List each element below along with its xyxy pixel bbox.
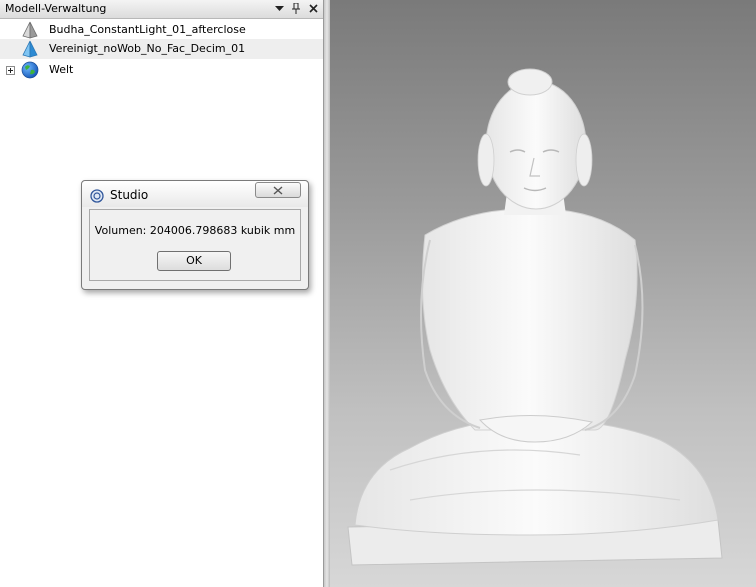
tree-item-label: Welt <box>49 63 74 76</box>
close-icon <box>273 185 283 195</box>
dialog-titlebar[interactable]: Studio <box>82 181 308 207</box>
model-manager-panel: Modell-Verwaltung Budha_ConstantLight_01… <box>0 0 324 587</box>
tree-item-welt[interactable]: Welt <box>0 60 323 80</box>
ok-button[interactable]: OK <box>157 251 231 271</box>
pin-icon[interactable] <box>289 1 303 16</box>
dialog-close-button[interactable] <box>255 182 301 198</box>
globe-icon <box>21 61 39 79</box>
dropdown-arrow-icon[interactable] <box>272 1 286 16</box>
close-icon[interactable] <box>306 1 320 16</box>
expand-toggle-icon[interactable] <box>6 66 15 75</box>
tree-item-vereinigt[interactable]: Vereinigt_noWob_No_Fac_Decim_01 <box>0 39 323 59</box>
dialog-title: Studio <box>110 188 149 202</box>
panel-header: Modell-Verwaltung <box>0 0 323 19</box>
pyramid-mesh-icon <box>21 40 39 58</box>
buddha-statue-model <box>347 68 723 566</box>
studio-app-icon <box>90 188 104 203</box>
panel-title: Modell-Verwaltung <box>5 2 107 15</box>
pyramid-mesh-icon <box>21 21 39 39</box>
dialog-body: Volumen: 204006.798683 kubik mm OK <box>89 209 301 281</box>
tree-item-budha[interactable]: Budha_ConstantLight_01_afterclose <box>0 20 323 40</box>
tree-item-label: Budha_ConstantLight_01_afterclose <box>49 23 246 36</box>
volume-dialog: Studio Volumen: 204006.798683 kubik mm O… <box>81 180 309 290</box>
3d-viewport[interactable] <box>330 0 756 587</box>
dialog-message: Volumen: 204006.798683 kubik mm <box>94 224 296 237</box>
tree-item-label: Vereinigt_noWob_No_Fac_Decim_01 <box>49 42 246 55</box>
